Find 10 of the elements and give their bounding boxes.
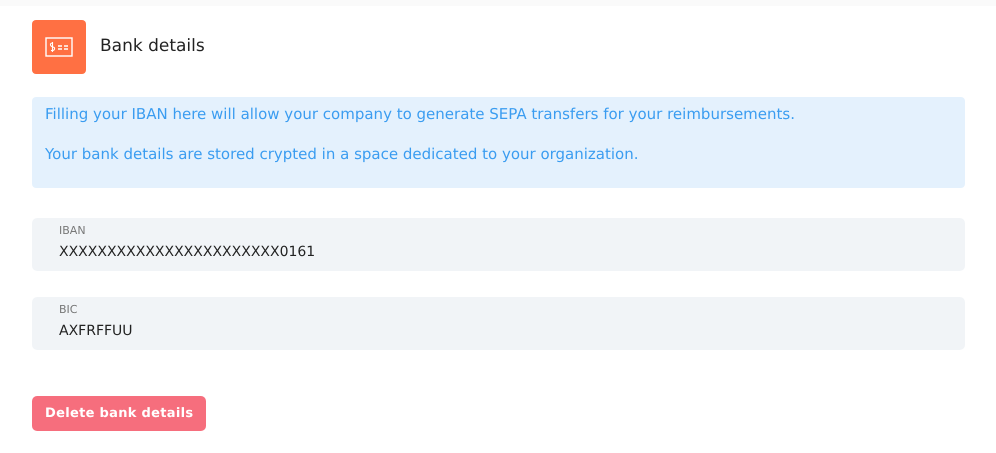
field-value: AXFRFFUU <box>59 322 134 340</box>
text-field[interactable]: BIC AXFRFFUU <box>32 297 965 350</box>
field-value: XXXXXXXXXXXXXXXXXXXXXXX0161 <box>59 243 316 261</box>
info-text: Filling your IBAN here will allow your company to generate SEPA transfers for your reimbursements. <box>45 104 796 125</box>
text-field[interactable]: IBAN XXXXXXXXXXXXXXXXXXXXXXX0161 <box>32 218 965 271</box>
info-text: Your bank details are stored crypted in a space dedicated to your organization. <box>45 144 640 165</box>
field-label: IBAN <box>59 224 87 238</box>
section-title: Bank details <box>100 35 205 58</box>
bank-card-icon <box>32 20 86 74</box>
field-label: BIC <box>59 303 78 317</box>
